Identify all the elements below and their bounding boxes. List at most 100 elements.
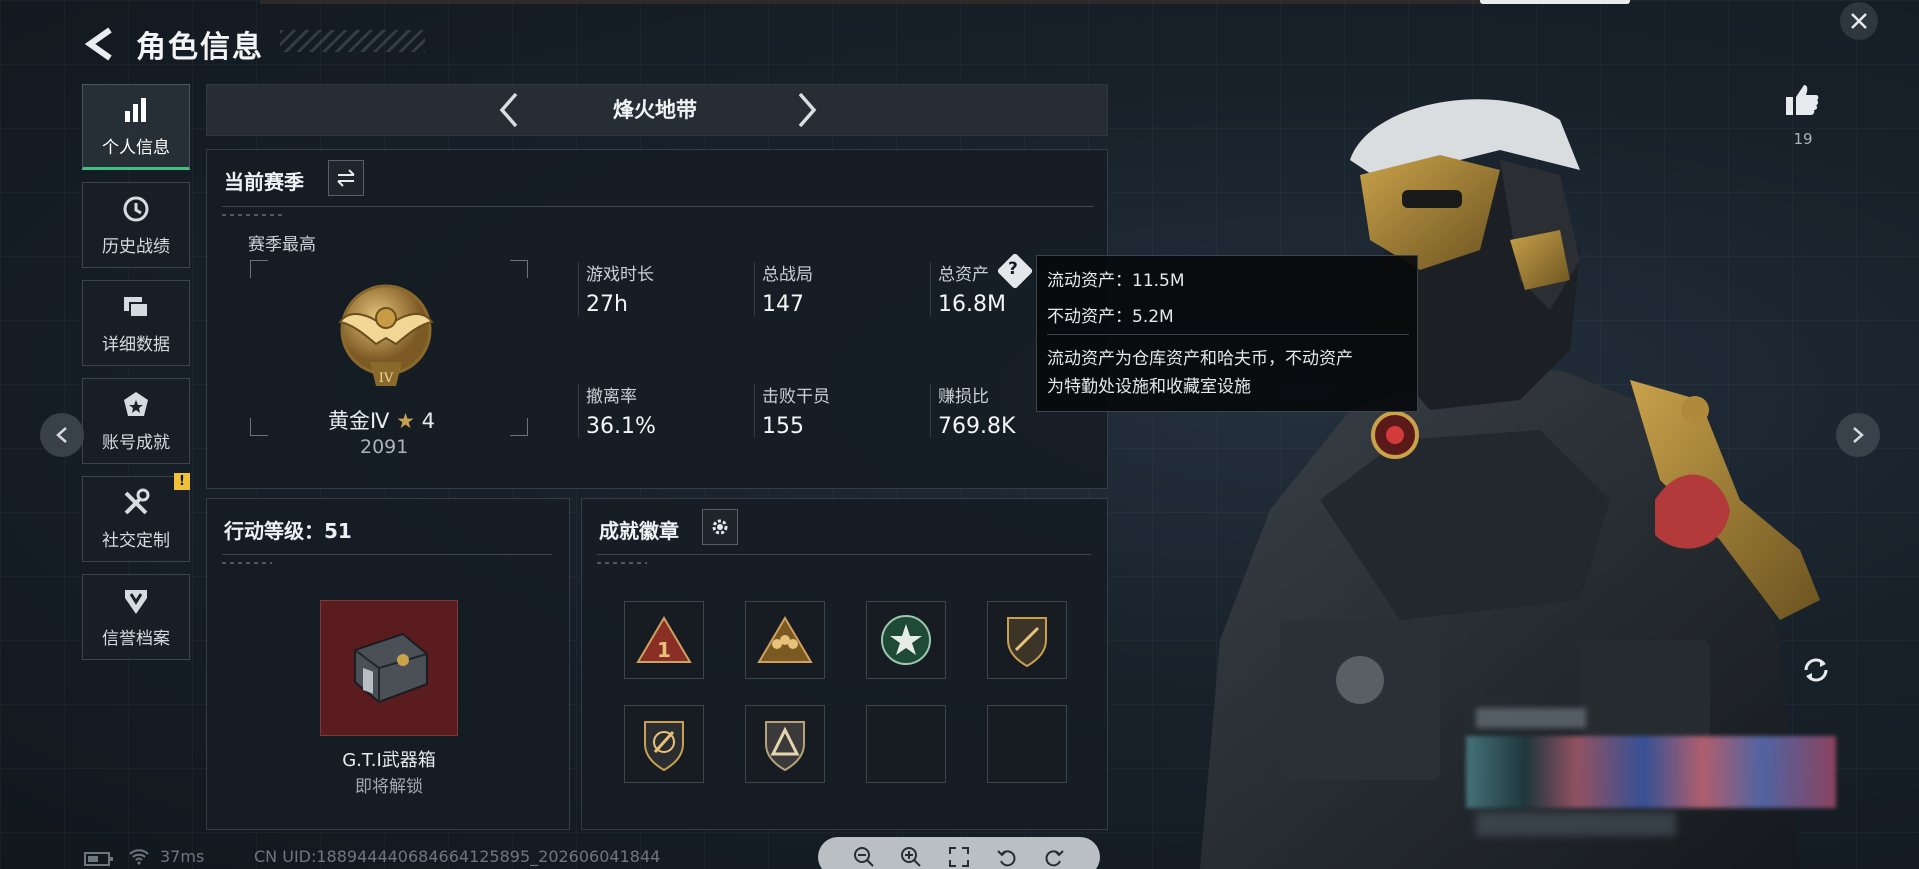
mode-title: 烽火地带 bbox=[613, 98, 697, 122]
badge-slot-squad[interactable] bbox=[745, 601, 825, 679]
reward-name: G.T.I武器箱 bbox=[342, 750, 436, 771]
ping-text: 37ms bbox=[160, 847, 205, 866]
close-button[interactable] bbox=[1840, 2, 1878, 40]
frame-corner bbox=[250, 260, 268, 278]
sidebar-item-label: 账号成就 bbox=[102, 432, 170, 453]
divider bbox=[930, 262, 931, 316]
stat-value-total-assets: 16.8M bbox=[938, 292, 1006, 317]
switch-season-button[interactable] bbox=[328, 160, 364, 196]
sidebar-item-reputation[interactable]: 信誉档案 bbox=[82, 574, 190, 660]
redo-icon[interactable] bbox=[1043, 846, 1065, 868]
badge-slot-shield-blade[interactable] bbox=[987, 601, 1067, 679]
weapon-case-icon bbox=[354, 632, 428, 704]
zoom-in-icon[interactable] bbox=[900, 846, 922, 868]
badge-slot-empty[interactable] bbox=[987, 705, 1067, 783]
stat-label-extract-rate: 撤离率 bbox=[586, 387, 637, 407]
action-level-title: 行动等级：51 bbox=[224, 519, 352, 543]
rank-name: 黄金Ⅳ bbox=[328, 409, 390, 433]
badge-settings-button[interactable] bbox=[702, 509, 738, 545]
stat-label-matches: 总战局 bbox=[762, 265, 813, 285]
sidebar-item-label: 社交定制 bbox=[102, 530, 170, 551]
prev-page-button[interactable] bbox=[40, 413, 84, 457]
mode-prev-button[interactable] bbox=[494, 90, 524, 130]
season-best-label: 赛季最高 bbox=[248, 235, 316, 255]
decoration-dashes bbox=[222, 562, 272, 564]
stat-label-total-assets: 总资产 bbox=[938, 265, 989, 285]
sidebar-item-achievements[interactable]: 账号成就 bbox=[82, 378, 190, 464]
stat-label-profit-loss: 赚损比 bbox=[938, 387, 989, 407]
season-title: 当前赛季 bbox=[224, 170, 304, 194]
divider bbox=[222, 554, 552, 555]
badge-slot-empty[interactable] bbox=[866, 705, 946, 783]
rank-score: 2091 bbox=[360, 436, 409, 458]
chevron-right-icon bbox=[1853, 427, 1864, 443]
badge-slot-green-star[interactable] bbox=[866, 601, 946, 679]
history-icon bbox=[123, 196, 149, 221]
blurred-label bbox=[1476, 708, 1586, 728]
rank-label: 黄金Ⅳ ★ 4 bbox=[328, 405, 435, 435]
stat-value-playtime: 27h bbox=[586, 292, 628, 317]
badge-slot-triangle-1[interactable]: 1 bbox=[624, 601, 704, 679]
tooltip-description-line2: 为特勤处设施和收藏室设施 bbox=[1047, 377, 1251, 397]
top-strip bbox=[260, 0, 1500, 4]
divider bbox=[754, 384, 755, 438]
warning-badge: ! bbox=[174, 473, 190, 490]
next-character-button[interactable] bbox=[1836, 413, 1880, 457]
view-control-bar bbox=[818, 837, 1100, 869]
uid-text: CN UID:1889444406846641258​95_2026060418… bbox=[254, 847, 661, 866]
page-title: 角色信息 bbox=[136, 30, 264, 65]
wifi-icon bbox=[129, 849, 149, 865]
sidebar-item-personal-info[interactable]: 个人信息 bbox=[82, 84, 190, 170]
mode-next-button[interactable] bbox=[792, 90, 822, 130]
sidebar-item-label: 详细数据 bbox=[102, 334, 170, 355]
reward-status: 即将解锁 bbox=[355, 777, 423, 797]
fullscreen-icon[interactable] bbox=[948, 846, 970, 868]
shield-icon bbox=[125, 589, 147, 614]
decoration-dashes bbox=[222, 214, 282, 216]
undo-icon[interactable] bbox=[996, 846, 1018, 868]
star-icon: ★ bbox=[396, 409, 415, 433]
shield-knife-badge-icon bbox=[644, 721, 684, 772]
badges-title: 成就徽章 bbox=[599, 519, 679, 543]
blurred-banner bbox=[1466, 736, 1836, 808]
bar-chart-icon bbox=[125, 97, 146, 122]
divider bbox=[930, 384, 931, 438]
sidebar-item-history[interactable]: 历史战绩 bbox=[82, 182, 190, 268]
decoration-dashes bbox=[597, 562, 647, 564]
sidebar-item-label: 历史战绩 bbox=[102, 236, 170, 257]
close-icon bbox=[1851, 13, 1867, 29]
zoom-out-icon[interactable] bbox=[853, 846, 875, 868]
divider bbox=[597, 554, 1091, 555]
triangle-emblem-badge-icon bbox=[765, 721, 805, 772]
gold-rank-emblem: IV bbox=[338, 284, 434, 386]
squad-badge-icon bbox=[757, 616, 813, 663]
green-star-badge-icon bbox=[881, 615, 931, 665]
title-decoration bbox=[280, 30, 425, 52]
badge-slot-triangle-emblem[interactable] bbox=[745, 705, 825, 783]
stat-label-operators-defeated: 击败干员 bbox=[762, 387, 830, 407]
thumbs-up-icon[interactable] bbox=[1784, 82, 1820, 118]
battery-icon bbox=[84, 852, 113, 866]
back-arrow-icon[interactable] bbox=[80, 24, 120, 64]
sidebar-item-detailed-data[interactable]: 详细数据 bbox=[82, 280, 190, 366]
rotate-view-icon[interactable] bbox=[1800, 654, 1832, 686]
sidebar-item-label: 信誉档案 bbox=[102, 628, 170, 649]
divider bbox=[578, 262, 579, 316]
rank-numeral: IV bbox=[379, 371, 394, 386]
badge-slot-shield-knife[interactable] bbox=[624, 705, 704, 783]
like-count: 19 bbox=[1793, 130, 1813, 148]
stat-value-profit-loss: 769.8K bbox=[938, 414, 1016, 439]
wrench-icon bbox=[124, 488, 150, 514]
frame-corner bbox=[250, 418, 268, 436]
reward-item-card[interactable] bbox=[320, 600, 458, 736]
frame-corner bbox=[510, 418, 528, 436]
rank-stars: 4 bbox=[421, 409, 435, 433]
divider bbox=[1047, 334, 1409, 335]
stat-value-matches: 147 bbox=[762, 292, 804, 317]
shield-blade-badge-icon bbox=[1007, 617, 1047, 668]
tooltip-fixed-assets: 不动资产：5.2M bbox=[1047, 307, 1174, 327]
tooltip-description-line1: 流动资产为仓库资产和哈夫币，不动资产 bbox=[1047, 349, 1353, 369]
divider bbox=[754, 262, 755, 316]
files-icon bbox=[124, 296, 149, 318]
gear-icon bbox=[712, 519, 728, 535]
